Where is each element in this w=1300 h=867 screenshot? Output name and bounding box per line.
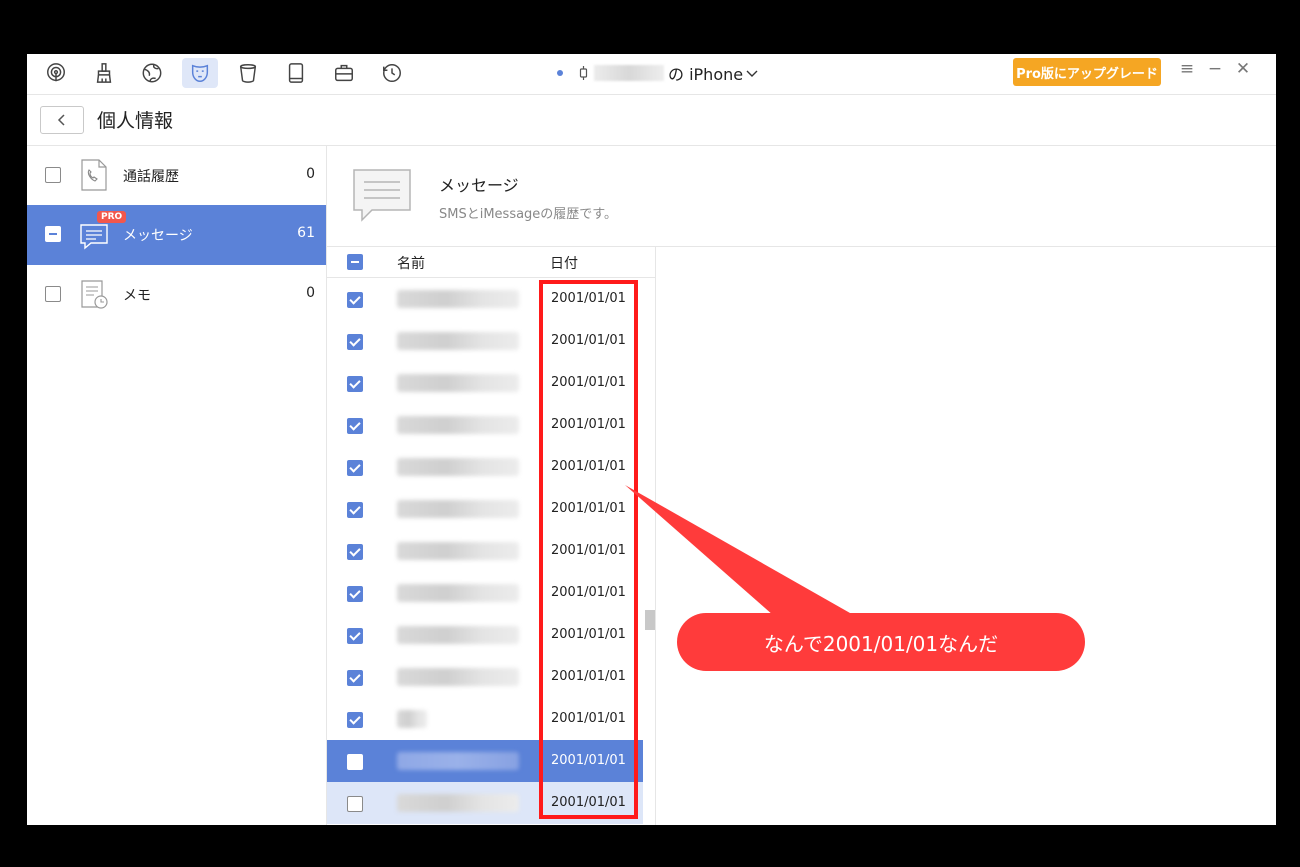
contact-name-redacted [397, 374, 519, 392]
row-checkbox[interactable] [347, 376, 363, 392]
trash-icon[interactable] [230, 58, 266, 88]
upgrade-button[interactable]: Pro版にアップグレード [1013, 58, 1161, 86]
annotation-bubble: なんで2001/01/01なんだ [677, 613, 1085, 671]
top-toolbar: の iPhone Pro版にアップグレード ≡ − ✕ [27, 54, 1276, 95]
contact-name-redacted [397, 794, 519, 812]
category-call-history[interactable]: 通話履歴 0 [27, 146, 326, 206]
column-header-date[interactable]: 日付 [550, 253, 578, 273]
broom-icon[interactable] [86, 58, 122, 88]
menu-button[interactable]: ≡ [1176, 58, 1198, 80]
mask-icon[interactable] [182, 58, 218, 88]
contact-name-redacted [397, 752, 519, 770]
table-header: 名前 日付 [327, 247, 655, 278]
phone-doc-icon [81, 159, 107, 191]
device-name-redacted [594, 65, 664, 81]
section-title: メッセージ [439, 176, 519, 195]
page-header: 個人情報 [27, 95, 1276, 146]
divider [656, 246, 1276, 247]
globe-icon[interactable] [134, 58, 170, 88]
category-messages[interactable]: PRO メッセージ 61 [27, 205, 326, 265]
contact-name-redacted [397, 416, 519, 434]
minimize-button[interactable]: − [1204, 58, 1226, 80]
app-window: の iPhone Pro版にアップグレード ≡ − ✕ 個人情報 通話履歴 0 … [27, 54, 1276, 825]
category-label: メッセージ [123, 228, 193, 244]
back-button[interactable] [40, 106, 84, 134]
row-checkbox[interactable] [347, 502, 363, 518]
row-checkbox[interactable] [347, 628, 363, 644]
contact-name-redacted [397, 458, 519, 476]
message-large-icon [353, 169, 411, 222]
row-checkbox[interactable] [347, 586, 363, 602]
chevron-left-icon [57, 114, 65, 126]
airdrop-icon[interactable] [38, 58, 74, 88]
chevron-down-icon [746, 70, 758, 77]
select-all-checkbox[interactable] [347, 254, 363, 270]
category-count: 61 [297, 225, 315, 241]
row-checkbox[interactable] [347, 460, 363, 476]
category-memo[interactable]: メモ 0 [27, 265, 326, 325]
category-checkbox[interactable] [45, 167, 61, 183]
memo-icon [81, 280, 108, 309]
column-header-name[interactable]: 名前 [397, 253, 425, 273]
category-label: 通話履歴 [123, 169, 179, 185]
row-checkbox[interactable] [347, 334, 363, 350]
category-checkbox[interactable] [45, 226, 61, 242]
section-subtitle: SMSとiMessageの履歴です。 [439, 207, 618, 222]
row-checkbox[interactable] [347, 754, 363, 770]
toolbox-icon[interactable] [326, 58, 362, 88]
category-checkbox[interactable] [45, 286, 61, 302]
row-checkbox[interactable] [347, 670, 363, 686]
contact-name-redacted [397, 626, 519, 644]
contact-name-redacted [397, 710, 427, 728]
contact-name-redacted [397, 290, 519, 308]
contact-name-redacted [397, 500, 519, 518]
close-button[interactable]: ✕ [1232, 58, 1254, 80]
device-name: の iPhone [668, 65, 744, 84]
page-title: 個人情報 [97, 110, 174, 132]
device-selector[interactable]: の iPhone [557, 62, 759, 84]
cable-icon [579, 66, 588, 80]
category-sidebar: 通話履歴 0 PRO メッセージ 61 メモ 0 [27, 146, 327, 825]
row-checkbox[interactable] [347, 418, 363, 434]
contact-name-redacted [397, 668, 519, 686]
row-checkbox[interactable] [347, 292, 363, 308]
pro-badge: PRO [97, 211, 127, 223]
row-checkbox[interactable] [347, 712, 363, 728]
category-count: 0 [306, 166, 315, 182]
category-count: 0 [306, 285, 315, 301]
connection-dot [557, 70, 563, 76]
tablet-icon[interactable] [278, 58, 314, 88]
contact-name-redacted [397, 332, 519, 350]
contact-name-redacted [397, 584, 519, 602]
contact-name-redacted [397, 542, 519, 560]
row-checkbox[interactable] [347, 796, 363, 812]
row-checkbox[interactable] [347, 544, 363, 560]
history-icon[interactable] [374, 58, 410, 88]
category-label: メモ [123, 288, 151, 304]
